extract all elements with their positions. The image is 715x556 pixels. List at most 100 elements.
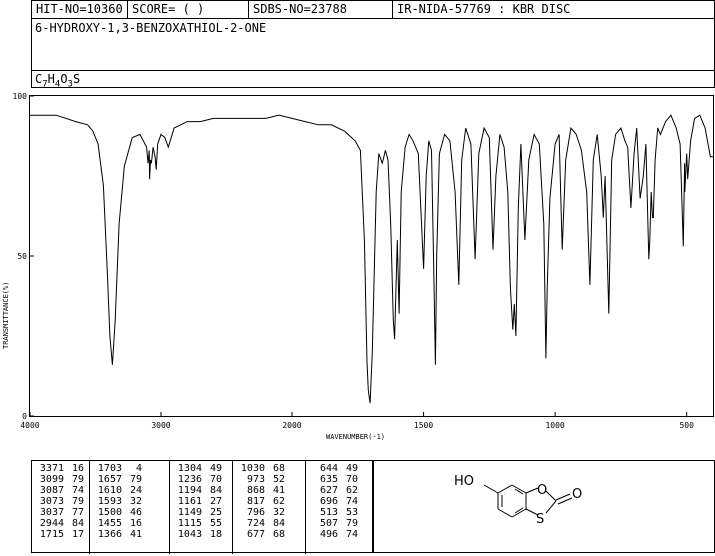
- peak-row: 644 49: [306, 463, 373, 474]
- peak-wavenumber: 3073: [39, 496, 64, 507]
- peak-wavenumber: 1593: [97, 496, 122, 507]
- peak-wavenumber: 627: [319, 485, 338, 496]
- peak-row: 507 79: [306, 518, 373, 529]
- peak-transmittance: 79: [71, 474, 84, 485]
- peak-row: 635 70: [306, 474, 373, 485]
- peak-wavenumber: 1304: [177, 463, 202, 474]
- peak-wavenumber: 1030: [240, 463, 265, 474]
- peak-transmittance: 53: [345, 507, 358, 518]
- y-axis-label: TRANSMITTANCE(%): [2, 282, 10, 349]
- peak-row: 3087 74: [32, 485, 89, 496]
- peak-wavenumber: 696: [319, 496, 338, 507]
- peak-transmittance: 62: [345, 485, 358, 496]
- peak-transmittance: 18: [209, 529, 222, 540]
- peak-row: 513 53: [306, 507, 373, 518]
- peak-row: 696 74: [306, 496, 373, 507]
- peak-row: 3371 16: [32, 463, 89, 474]
- sdbs-number: SDBS-NO=23788: [253, 2, 347, 16]
- x-tick-label: 4000: [20, 421, 39, 430]
- peak-transmittance: 41: [272, 485, 285, 496]
- peak-row: 1593 32: [90, 496, 169, 507]
- method: IR-NIDA-57769 : KBR DISC: [397, 2, 571, 16]
- peak-row: 3073 79: [32, 496, 89, 507]
- peak-row: 3099 79: [32, 474, 89, 485]
- hit-number: HIT-NO=10360: [36, 2, 123, 16]
- peak-transmittance: 16: [129, 518, 142, 529]
- peak-transmittance: 32: [129, 496, 142, 507]
- peak-wavenumber: 1455: [97, 518, 122, 529]
- peak-column: 1030 68 973 52 868 41 817 62 796 32 724 84 677 68: [233, 463, 305, 556]
- peak-transmittance: 46: [129, 507, 142, 518]
- molecule-structure: HO O O S: [454, 474, 582, 527]
- peak-transmittance: 79: [129, 474, 142, 485]
- peak-wavenumber: 868: [246, 485, 265, 496]
- peak-wavenumber: 644: [319, 463, 338, 474]
- compound-name: 6-HYDROXY-1,3-BENZOXATHIOL-2-ONE: [35, 21, 267, 35]
- peak-wavenumber: 973: [246, 474, 265, 485]
- peak-row: 1455 16: [90, 518, 169, 529]
- peak-row: 1703 4: [90, 463, 169, 474]
- peak-row: 1030 68: [233, 463, 305, 474]
- formula-atom: S: [72, 72, 81, 86]
- hydroxyl-label: HO: [454, 474, 474, 489]
- peak-row: 677 68: [233, 529, 305, 540]
- peak-row: 1149 25: [170, 507, 232, 518]
- peak-transmittance: 4: [135, 463, 142, 474]
- peak-wavenumber: 1043: [177, 529, 202, 540]
- peak-transmittance: 17: [71, 529, 84, 540]
- peak-row: 1610 24: [90, 485, 169, 496]
- peak-row: 1236 70: [170, 474, 232, 485]
- peak-transmittance: 84: [71, 518, 84, 529]
- peak-column: 1703 4 1657 79 1610 24 1593 32 1500 46 1455 16 1366 4…: [90, 463, 169, 556]
- peak-wavenumber: 1236: [177, 474, 202, 485]
- x-tick-label: 1500: [414, 421, 433, 430]
- peak-transmittance: 24: [129, 485, 142, 496]
- peak-transmittance: 25: [209, 507, 222, 518]
- peak-transmittance: 74: [345, 529, 358, 540]
- peak-wavenumber: 3037: [39, 507, 64, 518]
- x-axis-label: WAVENUMBER(-1): [326, 433, 385, 441]
- peak-row: 1657 79: [90, 474, 169, 485]
- peak-wavenumber: 513: [319, 507, 338, 518]
- spectrum-line: [30, 114, 713, 404]
- peak-row: 627 62: [306, 485, 373, 496]
- y-tick-label: 100: [13, 92, 28, 101]
- peak-transmittance: 68: [272, 463, 285, 474]
- peak-transmittance: 27: [209, 496, 222, 507]
- peak-wavenumber: 677: [246, 529, 265, 540]
- ring-oxygen-label: O: [537, 483, 547, 498]
- peak-column: 1304 49 1236 70 1194 84 1161 27 1149 25 1115 55 1043…: [170, 463, 232, 556]
- peak-row: 1161 27: [170, 496, 232, 507]
- peak-transmittance: 79: [345, 518, 358, 529]
- peak-row: 3037 77: [32, 507, 89, 518]
- peak-row: 1194 84: [170, 485, 232, 496]
- header-box: HIT-NO=10360 SCORE= ( ) SDBS-NO=23788 IR…: [31, 0, 715, 89]
- peak-wavenumber: 1715: [39, 529, 64, 540]
- peak-row: 1366 41: [90, 529, 169, 540]
- x-tick-label: 3000: [151, 421, 170, 430]
- peak-wavenumber: 1366: [97, 529, 122, 540]
- formula-atom: O: [60, 72, 68, 86]
- peak-transmittance: 74: [71, 485, 84, 496]
- y-tick-label: 0: [22, 412, 27, 421]
- peak-transmittance: 52: [272, 474, 285, 485]
- y-tick-label: 50: [17, 252, 27, 261]
- peak-transmittance: 32: [272, 507, 285, 518]
- peak-row: 724 84: [233, 518, 305, 529]
- peak-transmittance: 49: [345, 463, 358, 474]
- peak-transmittance: 16: [71, 463, 84, 474]
- peak-wavenumber: 796: [246, 507, 265, 518]
- peak-transmittance: 84: [272, 518, 285, 529]
- divider: [32, 18, 714, 19]
- peak-wavenumber: 1161: [177, 496, 202, 507]
- ir-spectrum-chart: TRANSMITTANCE(%) WAVENUMBER(-1) 4000 3000…: [2, 92, 714, 441]
- peak-row: 796 32: [233, 507, 305, 518]
- peak-wavenumber: 1500: [97, 507, 122, 518]
- peak-column: 644 49 635 70 627 62 696 74 513 53 507 79 496 74: [306, 463, 373, 556]
- peak-wavenumber: 2944: [39, 518, 64, 529]
- peak-transmittance: 74: [345, 496, 358, 507]
- peak-wavenumber: 724: [246, 518, 265, 529]
- x-tick-label: 1000: [545, 421, 564, 430]
- formula-atom: H: [47, 72, 55, 86]
- peak-wavenumber: 507: [319, 518, 338, 529]
